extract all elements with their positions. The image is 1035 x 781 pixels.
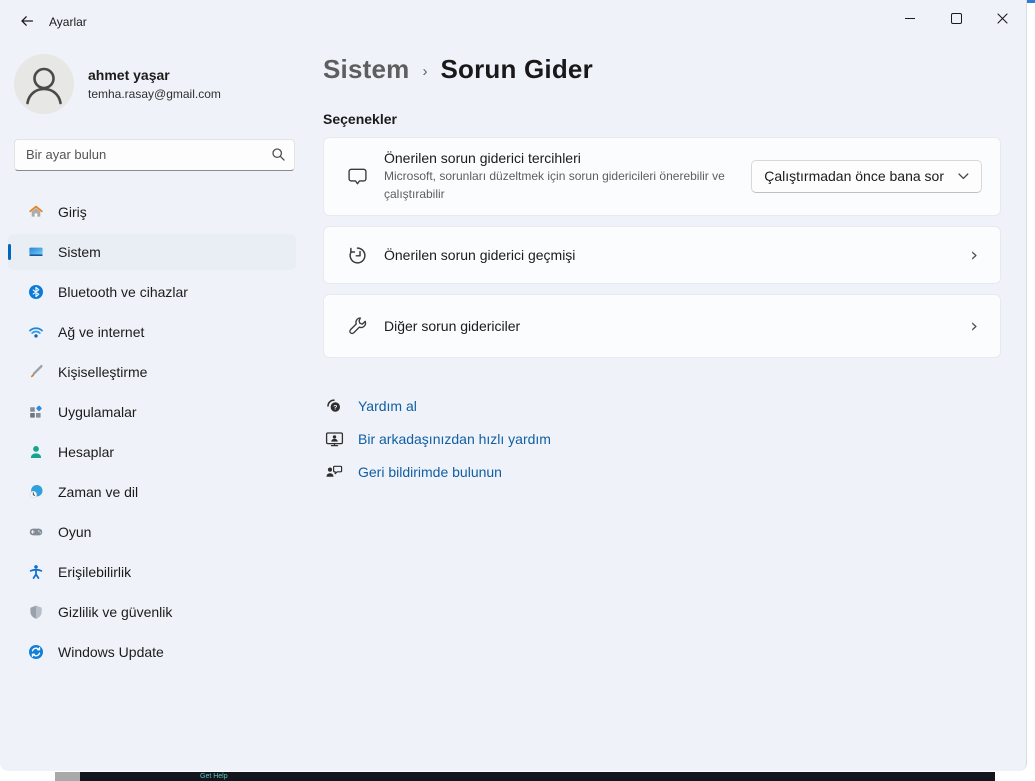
sidebar-item-gizlilik[interactable]: Gizlilik ve güvenlik bbox=[8, 594, 296, 630]
card-description: Microsoft, sorunları düzeltmek için soru… bbox=[384, 168, 751, 202]
user-email: temha.rasay@gmail.com bbox=[88, 87, 221, 101]
account-profile[interactable]: ahmet yaşar temha.rasay@gmail.com bbox=[14, 54, 294, 116]
wrench-icon bbox=[346, 315, 368, 337]
windows-update-icon bbox=[28, 644, 44, 660]
sidebar-item-label: Oyun bbox=[58, 524, 91, 540]
app-title: Ayarlar bbox=[49, 15, 87, 29]
titlebar: Ayarlar bbox=[0, 0, 1026, 40]
help-links: ? Yardım al Bir arkadaşınızdan hızlı yar… bbox=[324, 389, 551, 488]
chevron-down-icon bbox=[958, 173, 969, 180]
chat-bubble-icon bbox=[346, 166, 368, 188]
link-feedback[interactable]: Geri bildirimde bulunun bbox=[324, 455, 551, 488]
sidebar-item-label: Uygulamalar bbox=[58, 404, 137, 420]
link-label: Bir arkadaşınızdan hızlı yardım bbox=[358, 431, 551, 447]
user-name: ahmet yaşar bbox=[88, 67, 170, 83]
accounts-icon bbox=[28, 444, 44, 460]
chevron-right-icon: › bbox=[970, 315, 978, 337]
sidebar-item-label: Giriş bbox=[58, 204, 87, 220]
background-peek-window: Get Help bbox=[80, 772, 995, 781]
search-icon[interactable] bbox=[271, 147, 286, 162]
sidebar-nav: Giriş Sistem Bluetooth ve cihazlar Ağ ve… bbox=[8, 194, 296, 674]
link-label: Geri bildirimde bulunun bbox=[358, 464, 502, 480]
apps-icon bbox=[28, 404, 44, 420]
link-quick-assist[interactable]: Bir arkadaşınızdan hızlı yardım bbox=[324, 422, 551, 455]
privacy-icon bbox=[28, 604, 44, 620]
sidebar-item-label: Gizlilik ve güvenlik bbox=[58, 604, 172, 620]
background-peek-gray bbox=[55, 772, 80, 781]
home-icon bbox=[28, 204, 44, 220]
minimize-icon bbox=[905, 18, 915, 19]
system-icon bbox=[28, 244, 44, 260]
quick-assist-icon bbox=[324, 430, 344, 448]
search-input[interactable] bbox=[15, 140, 266, 168]
network-icon bbox=[28, 324, 44, 340]
breadcrumb-parent[interactable]: Sistem bbox=[323, 54, 409, 85]
troubleshooter-preference-dropdown[interactable]: Çalıştırmadan önce bana sor bbox=[751, 160, 982, 193]
person-icon bbox=[14, 54, 74, 114]
sidebar-item-label: Sistem bbox=[58, 244, 101, 260]
sidebar-item-uygulamalar[interactable]: Uygulamalar bbox=[8, 394, 296, 430]
back-button[interactable] bbox=[12, 8, 42, 34]
maximize-icon bbox=[951, 13, 962, 24]
close-button[interactable] bbox=[979, 0, 1025, 36]
close-icon bbox=[997, 13, 1008, 24]
card-title: Önerilen sorun giderici tercihleri bbox=[384, 150, 751, 166]
link-label: Yardım al bbox=[358, 398, 417, 414]
sidebar-item-bluetooth[interactable]: Bluetooth ve cihazlar bbox=[8, 274, 296, 310]
sidebar-item-kisisellestirme[interactable]: Kişiselleştirme bbox=[8, 354, 296, 390]
card-other-troubleshooters[interactable]: Diğer sorun gidericiler › bbox=[323, 294, 1001, 358]
card-text: Diğer sorun gidericiler bbox=[384, 318, 970, 334]
sidebar-item-label: Kişiselleştirme bbox=[58, 364, 147, 380]
dropdown-selected-value: Çalıştırmadan önce bana sor bbox=[764, 168, 944, 184]
sidebar-item-label: Zaman ve dil bbox=[58, 484, 138, 500]
breadcrumb: Sistem › Sorun Gider bbox=[323, 54, 593, 85]
personalization-icon bbox=[28, 364, 44, 380]
svg-text:?: ? bbox=[333, 404, 337, 411]
card-text: Önerilen sorun giderici tercihleri Micro… bbox=[384, 150, 751, 202]
sidebar-item-zaman-dil[interactable]: Zaman ve dil bbox=[8, 474, 296, 510]
sidebar-item-label: Hesaplar bbox=[58, 444, 114, 460]
chevron-right-icon: › bbox=[970, 244, 978, 266]
sidebar-item-oyun[interactable]: Oyun bbox=[8, 514, 296, 550]
maximize-button[interactable] bbox=[933, 0, 979, 36]
minimize-button[interactable] bbox=[887, 0, 933, 36]
background-peek-label: Get Help bbox=[200, 772, 228, 781]
settings-window: Ayarlar ahmet yaşar temha.rasay@gmail.co… bbox=[0, 0, 1027, 771]
sidebar-item-label: Ağ ve internet bbox=[58, 324, 144, 340]
history-icon bbox=[346, 244, 368, 266]
sidebar-item-label: Erişilebilirlik bbox=[58, 564, 131, 580]
get-help-icon: ? bbox=[324, 397, 344, 415]
sidebar-item-giris[interactable]: Giriş bbox=[8, 194, 296, 230]
breadcrumb-separator: › bbox=[422, 63, 427, 80]
card-troubleshooter-history[interactable]: Önerilen sorun giderici geçmişi › bbox=[323, 226, 1001, 284]
sidebar-item-windows-update[interactable]: Windows Update bbox=[8, 634, 296, 670]
sidebar-item-hesaplar[interactable]: Hesaplar bbox=[8, 434, 296, 470]
card-title: Diğer sorun gidericiler bbox=[384, 318, 970, 334]
sidebar-item-ag-internet[interactable]: Ağ ve internet bbox=[8, 314, 296, 350]
section-title: Seçenekler bbox=[323, 111, 397, 127]
gaming-icon bbox=[28, 524, 44, 540]
window-controls bbox=[887, 0, 1025, 36]
time-language-icon bbox=[28, 484, 44, 500]
sidebar-item-label: Windows Update bbox=[58, 644, 164, 660]
link-get-help[interactable]: ? Yardım al bbox=[324, 389, 551, 422]
background-window-edge bbox=[1026, 0, 1035, 3]
sidebar-item-label: Bluetooth ve cihazlar bbox=[58, 284, 188, 300]
feedback-icon bbox=[324, 463, 344, 481]
back-arrow-icon bbox=[19, 13, 35, 29]
accessibility-icon bbox=[28, 564, 44, 580]
card-text: Önerilen sorun giderici geçmişi bbox=[384, 247, 970, 263]
page-title: Sorun Gider bbox=[440, 54, 592, 85]
sidebar-item-sistem[interactable]: Sistem bbox=[8, 234, 296, 270]
card-title: Önerilen sorun giderici geçmişi bbox=[384, 247, 970, 263]
settings-cards: Önerilen sorun giderici tercihleri Micro… bbox=[323, 137, 1001, 368]
bluetooth-icon bbox=[28, 284, 44, 300]
avatar bbox=[14, 54, 74, 114]
search-box bbox=[14, 139, 295, 171]
sidebar-item-erisilebilirlik[interactable]: Erişilebilirlik bbox=[8, 554, 296, 590]
card-recommended-troubleshooter-preferences: Önerilen sorun giderici tercihleri Micro… bbox=[323, 137, 1001, 216]
